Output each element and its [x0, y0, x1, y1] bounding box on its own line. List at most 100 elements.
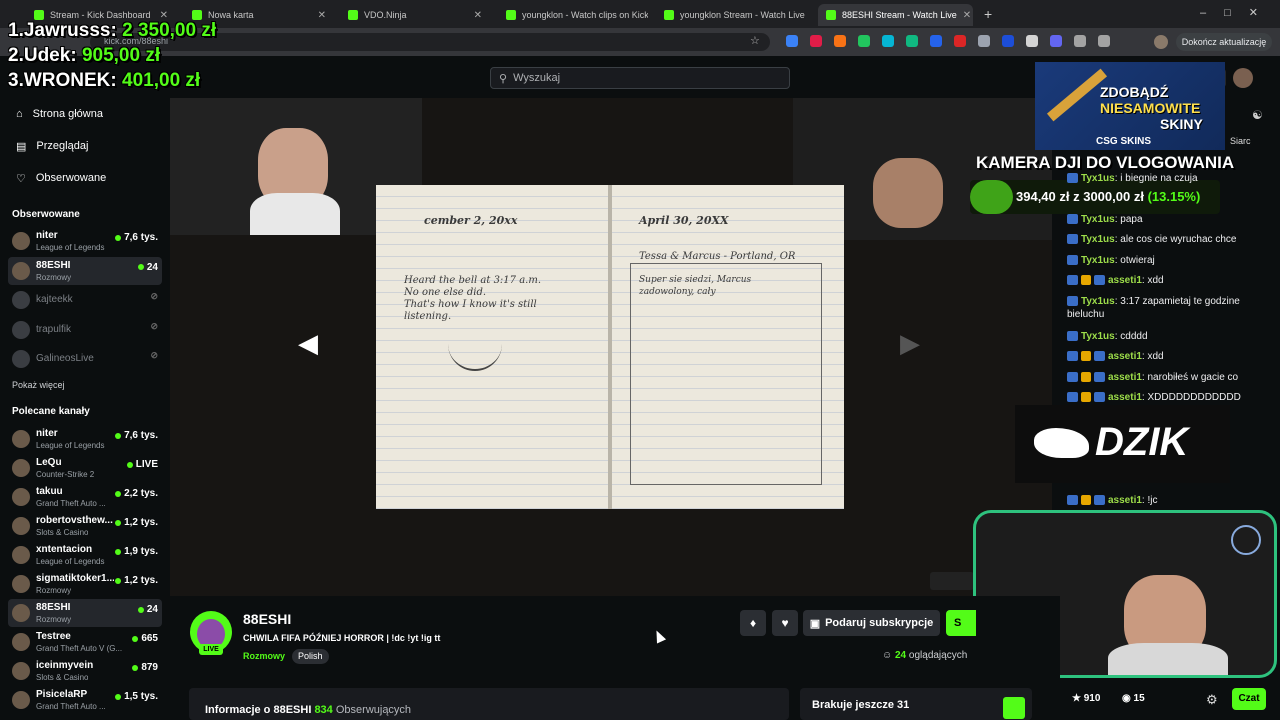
tab-close-icon[interactable]: ✕	[474, 10, 482, 21]
channel-avatar	[12, 546, 30, 564]
bell-icon[interactable]: ♦	[740, 610, 766, 636]
chat-username[interactable]: Tyx1us	[1081, 255, 1115, 266]
nav-item[interactable]: ▤ Przeglądaj	[0, 131, 168, 161]
extension-icon[interactable]	[810, 35, 822, 47]
channel-avatar	[12, 691, 30, 709]
chat-username[interactable]: asseti1	[1108, 392, 1142, 403]
channel-avatar	[12, 261, 30, 280]
followers-label: Obserwujących	[335, 704, 412, 716]
chat-send-button[interactable]: Czat	[1232, 688, 1266, 710]
gifter-badge-icon	[1081, 351, 1091, 362]
kicks-balance[interactable]: ◉ 15	[1122, 693, 1145, 704]
chat-message: asseti1: xdd	[1067, 350, 1277, 363]
extension-icon[interactable]	[1050, 35, 1062, 47]
channel-item[interactable]: LeQu Counter-Strike 2 LIVE	[8, 454, 162, 482]
chat-users-icon[interactable]: ☯	[1252, 108, 1263, 122]
browser-tab[interactable]: 88ESHI Stream - Watch Live ✕	[818, 4, 973, 26]
heart-icon[interactable]: ♥	[772, 610, 798, 636]
channel-item[interactable]: PisicelaRP Grand Theft Auto ... 1,5 tys.	[8, 686, 162, 714]
channel-item[interactable]: niter League of Legends 7,6 tys.	[8, 227, 162, 255]
extension-icon[interactable]	[1002, 35, 1014, 47]
chat-username[interactable]: asseti1	[1108, 495, 1142, 506]
extension-icon[interactable]	[930, 35, 942, 47]
sub-badge-icon	[1067, 351, 1078, 362]
nav-item[interactable]: ⌂ Strona główna	[0, 99, 168, 129]
browser-tab[interactable]: youngklon - Watch clips on Kick✕	[498, 4, 648, 26]
profile-avatar[interactable]	[1154, 35, 1168, 49]
chat-username[interactable]: Tyx1us	[1081, 173, 1115, 184]
extension-icon[interactable]	[1074, 35, 1086, 47]
channel-item[interactable]: 88ESHI Rozmowy 24	[8, 599, 162, 627]
channel-avatar	[12, 430, 30, 448]
browser-tab[interactable]: youngklon Stream - Watch Live✕	[656, 4, 806, 26]
extension-icon[interactable]	[906, 35, 918, 47]
category-link[interactable]: Rozmowy	[243, 651, 285, 661]
sub-badge-icon	[1067, 495, 1078, 506]
chat-username[interactable]: Tyx1us	[1081, 296, 1115, 307]
viewer-value: 24	[146, 604, 158, 615]
extension-icon[interactable]	[882, 35, 894, 47]
arrow-left-icon[interactable]: ◀	[298, 328, 318, 359]
extension-icon[interactable]	[858, 35, 870, 47]
channel-game: Rozmowy	[36, 615, 72, 624]
language-tag[interactable]: Polish	[292, 649, 329, 664]
channel-game: League of Legends	[36, 441, 105, 450]
viewer-count: 24	[137, 262, 158, 273]
arrow-right-icon[interactable]: ▶	[900, 328, 920, 359]
goal-amount-text: 394,40 zł z 3000,00 zł	[1016, 189, 1144, 204]
chat-username[interactable]: Tyx1us	[1081, 234, 1115, 245]
channel-points[interactable]: ★ 910	[1072, 693, 1100, 704]
extension-icon[interactable]	[1026, 35, 1038, 47]
siara-label: Siarc	[1230, 136, 1251, 146]
viewer-value: 1,2 tys.	[124, 575, 158, 586]
verified-badge-icon	[1094, 372, 1105, 383]
bookmark-star-icon[interactable]: ☆	[750, 34, 760, 47]
chat-username[interactable]: Tyx1us	[1081, 214, 1115, 225]
chat-username[interactable]: asseti1	[1108, 275, 1142, 286]
extension-icon[interactable]	[834, 35, 846, 47]
nav-item[interactable]: ♡ Obserwowane	[0, 163, 168, 193]
chat-message: asseti1: xdd	[1067, 274, 1277, 287]
chat-username[interactable]: Tyx1us	[1081, 331, 1115, 342]
channel-item[interactable]: iceinmyvein Slots & Casino 879	[8, 657, 162, 685]
ranking-entry: 1.Jawrusss: 2 350,00 zł	[8, 20, 216, 42]
channel-item[interactable]: Testree Grand Theft Auto V (G... 665	[8, 628, 162, 656]
channel-item[interactable]: robertovsthew... Slots & Casino 1,2 tys.	[8, 512, 162, 540]
tab-close-icon[interactable]: ✕	[963, 10, 971, 21]
settings-gear-icon[interactable]: ⚙	[1206, 692, 1218, 708]
channel-item[interactable]: kajteekk ⊘	[8, 286, 162, 314]
ranking-name: Udek:	[23, 45, 77, 66]
channel-item[interactable]: sigmatiktoker1... Rozmowy 1,2 tys.	[8, 570, 162, 598]
window-controls[interactable]: –□✕	[1200, 6, 1276, 19]
user-avatar[interactable]	[1233, 68, 1253, 88]
channel-item[interactable]: 88ESHI Rozmowy 24	[8, 256, 162, 285]
tab-close-icon[interactable]: ✕	[160, 10, 168, 21]
extension-icon[interactable]	[978, 35, 990, 47]
goal-title: KAMERA DJI DO VLOGOWANIA	[976, 153, 1235, 172]
show-more-link[interactable]: Pokaż więcej	[12, 380, 65, 390]
channel-item[interactable]: GalineosLive ⊘	[8, 345, 162, 373]
chat-username[interactable]: asseti1	[1108, 351, 1142, 362]
extension-icon[interactable]	[1098, 35, 1110, 47]
channel-name[interactable]: 88ESHI	[243, 611, 291, 627]
browser-tab[interactable]: VDO.Ninja ✕	[340, 4, 490, 26]
channel-item[interactable]: trapulfik ⊘	[8, 316, 162, 344]
chat-username[interactable]: asseti1	[1108, 372, 1142, 383]
channel-name: takuu	[36, 486, 63, 497]
extension-icon[interactable]	[786, 35, 798, 47]
ranking-name: WRONEK:	[23, 70, 117, 91]
search-input[interactable]: ⚲ Wyszukaj	[490, 67, 790, 89]
update-button[interactable]: Dokończ aktualizację	[1176, 33, 1272, 51]
sub-goal-button[interactable]	[1003, 697, 1025, 719]
tab-close-icon[interactable]: ✕	[318, 10, 326, 21]
channel-item[interactable]: niter League of Legends 7,6 tys.	[8, 425, 162, 453]
extension-icon[interactable]	[954, 35, 966, 47]
subscribe-button[interactable]: S	[946, 610, 976, 636]
channel-item[interactable]: takuu Grand Theft Auto ... 2,2 tys.	[8, 483, 162, 511]
channel-item[interactable]: xntentacion League of Legends 1,9 tys.	[8, 541, 162, 569]
nav-label: Przeglądaj	[36, 140, 89, 152]
viewer-count: 1,2 tys.	[115, 517, 158, 528]
channel-name: niter	[36, 230, 58, 241]
new-tab-icon[interactable]: +	[984, 6, 992, 22]
gift-subscription-button[interactable]: ▣ Podaruj subskrypcje	[803, 610, 940, 636]
